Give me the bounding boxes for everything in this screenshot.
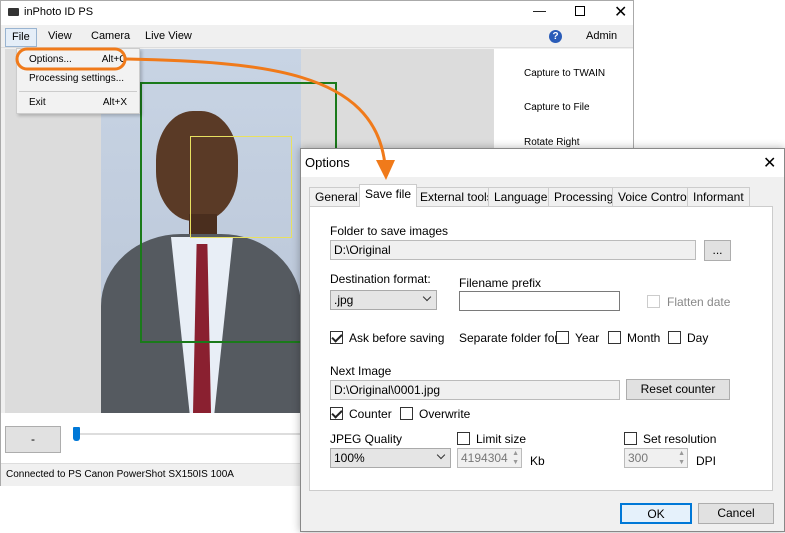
options-dialog: Options ✕ General Save file External too…	[300, 148, 785, 532]
flatten-date-label: Flatten date	[667, 295, 731, 309]
tab-general[interactable]: General	[309, 187, 364, 206]
menu-item-shortcut: Alt+X	[102, 97, 127, 108]
month-label: Month	[627, 331, 661, 345]
zoom-slider-thumb[interactable]	[73, 427, 80, 441]
dpi-label: DPI	[696, 454, 717, 468]
spinner-arrows-icon[interactable]: ▲ ▼	[512, 449, 519, 467]
title-bar: inPhoto ID PS — ✕	[1, 1, 633, 25]
prefix-label: Filename prefix	[459, 276, 542, 290]
admin-button[interactable]: Admin	[586, 30, 617, 42]
eye-frame[interactable]	[190, 136, 292, 238]
capture-twain-button[interactable]: Capture to TWAIN	[524, 68, 605, 79]
resolution-value: 300	[628, 451, 649, 465]
dest-format-select[interactable]: .jpg	[330, 290, 437, 310]
file-menu-dropdown: Options... Alt+O Processing settings... E…	[16, 48, 140, 114]
reset-counter-button[interactable]: Reset counter	[626, 379, 730, 400]
folder-label: Folder to save images	[330, 224, 449, 238]
day-label: Day	[687, 331, 709, 345]
menu-item-options[interactable]: Options... Alt+O	[29, 51, 137, 69]
menu-item-shortcut: Alt+O	[101, 54, 127, 65]
rotate-right-button[interactable]: Rotate Right	[524, 137, 580, 148]
month-checkbox[interactable]	[608, 331, 621, 344]
year-label: Year	[575, 331, 600, 345]
menu-item-label: Exit	[29, 97, 46, 108]
flatten-date-checkbox[interactable]	[647, 295, 660, 308]
tab-save-file[interactable]: Save file	[359, 184, 418, 207]
capture-file-button[interactable]: Capture to File	[524, 102, 590, 113]
prefix-input[interactable]	[459, 291, 620, 311]
tab-voice-control[interactable]: Voice Control	[612, 187, 696, 206]
dest-format-label: Destination format:	[330, 272, 431, 286]
limit-size-spinner[interactable]: 4194304 ▲ ▼	[457, 448, 522, 468]
overwrite-label: Overwrite	[419, 407, 471, 421]
menu-camera[interactable]: Camera	[85, 28, 136, 47]
day-checkbox[interactable]	[668, 331, 681, 344]
menu-live-view[interactable]: Live View	[139, 28, 198, 47]
zoom-slider-track[interactable]	[73, 433, 303, 435]
window-title: inPhoto ID PS	[24, 6, 94, 18]
close-button[interactable]: ✕	[614, 2, 627, 22]
dialog-title: Options	[301, 149, 784, 177]
limit-size-value: 4194304	[461, 451, 508, 465]
minimize-button[interactable]: —	[533, 3, 546, 18]
help-icon[interactable]: ?	[549, 30, 562, 43]
spinner-arrows-icon[interactable]: ▲ ▼	[678, 449, 685, 467]
year-checkbox[interactable]	[556, 331, 569, 344]
next-image-label: Next Image	[330, 364, 392, 378]
menu-separator	[19, 91, 137, 92]
tab-language[interactable]: Language	[488, 187, 554, 206]
chevron-down-icon	[422, 292, 432, 302]
ok-button[interactable]: OK	[620, 503, 692, 524]
set-resolution-label: Set resolution	[643, 432, 717, 446]
resolution-spinner[interactable]: 300 ▲ ▼	[624, 448, 688, 468]
cancel-button[interactable]: Cancel	[698, 503, 774, 524]
menu-bar: File View Camera Live View ? Admin	[1, 25, 633, 48]
menu-file[interactable]: File	[5, 28, 37, 47]
tab-external-tools[interactable]: External tools	[414, 187, 499, 206]
counter-checkbox[interactable]	[330, 407, 343, 420]
minus-button[interactable]: -	[5, 426, 61, 453]
menu-item-exit[interactable]: Exit Alt+X	[29, 94, 137, 112]
dest-format-value: .jpg	[334, 293, 354, 307]
save-file-panel: Folder to save images D:\Original ... De…	[309, 206, 773, 491]
menu-item-label: Options...	[29, 54, 72, 65]
jpeg-quality-value: 100%	[334, 451, 365, 465]
ask-before-saving-label: Ask before saving	[349, 331, 445, 345]
jpeg-quality-label: JPEG Quality	[330, 432, 403, 446]
tab-informant[interactable]: Informant	[687, 187, 750, 206]
counter-label: Counter	[349, 407, 392, 421]
tab-processing[interactable]: Processing	[548, 187, 620, 206]
menu-view[interactable]: View	[42, 28, 78, 47]
browse-button[interactable]: ...	[704, 240, 731, 261]
set-resolution-checkbox[interactable]	[624, 432, 637, 445]
limit-size-label: Limit size	[476, 432, 527, 446]
next-image-input[interactable]: D:\Original\0001.jpg	[330, 380, 620, 400]
maximize-button[interactable]	[575, 6, 585, 16]
separate-folder-label: Separate folder for	[459, 331, 559, 345]
folder-input[interactable]: D:\Original	[330, 240, 696, 260]
menu-item-processing-settings[interactable]: Processing settings...	[29, 70, 137, 88]
jpeg-quality-select[interactable]: 100%	[330, 448, 451, 468]
limit-size-checkbox[interactable]	[457, 432, 470, 445]
kb-label: Kb	[530, 454, 545, 468]
app-camera-icon	[8, 8, 19, 16]
ask-before-saving-checkbox[interactable]	[330, 331, 343, 344]
overwrite-checkbox[interactable]	[400, 407, 413, 420]
chevron-down-icon	[436, 450, 446, 460]
dialog-close-icon[interactable]: ✕	[763, 153, 776, 173]
menu-item-label: Processing settings...	[29, 73, 125, 84]
